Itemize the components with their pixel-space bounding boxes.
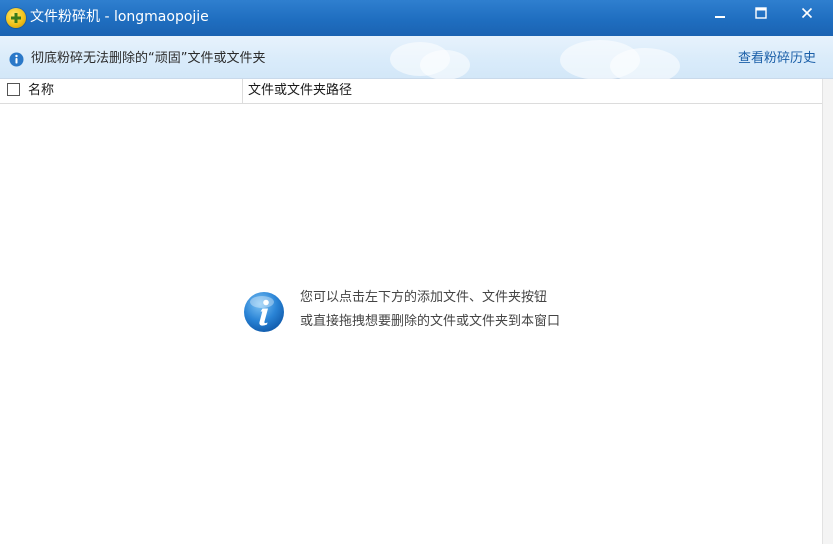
column-header-name[interactable]: 名称 (0, 79, 243, 103)
info-large-icon (242, 290, 286, 334)
maximize-button[interactable] (741, 0, 781, 26)
info-message: 彻底粉碎无法删除的“顽固”文件或文件夹 (31, 51, 266, 66)
close-button[interactable] (784, 0, 830, 26)
title-bar[interactable]: 文件粉碎机 - longmaopojie (0, 0, 833, 36)
column-name-label: 名称 (28, 83, 55, 98)
close-icon (801, 4, 813, 23)
column-header-path[interactable]: 文件或文件夹路径 (243, 79, 823, 103)
file-table-header: 名称 文件或文件夹路径 (0, 79, 823, 104)
minimize-button[interactable] (700, 0, 740, 26)
column-path-label: 文件或文件夹路径 (248, 83, 353, 98)
empty-hint-line-2: 或直接拖拽想要删除的文件或文件夹到本窗口 (300, 314, 561, 329)
minimize-icon (714, 4, 726, 23)
info-icon (9, 52, 24, 71)
view-shred-history-link[interactable]: 查看粉碎历史 (738, 49, 816, 69)
select-all-checkbox[interactable] (7, 83, 20, 96)
shredder-app-icon (6, 8, 26, 28)
vertical-scrollbar-area[interactable] (822, 79, 833, 544)
window-title: 文件粉碎机 - longmaopojie (30, 9, 209, 25)
empty-hint-line-1: 您可以点击左下方的添加文件、文件夹按钮 (300, 290, 548, 305)
maximize-icon (755, 4, 767, 23)
